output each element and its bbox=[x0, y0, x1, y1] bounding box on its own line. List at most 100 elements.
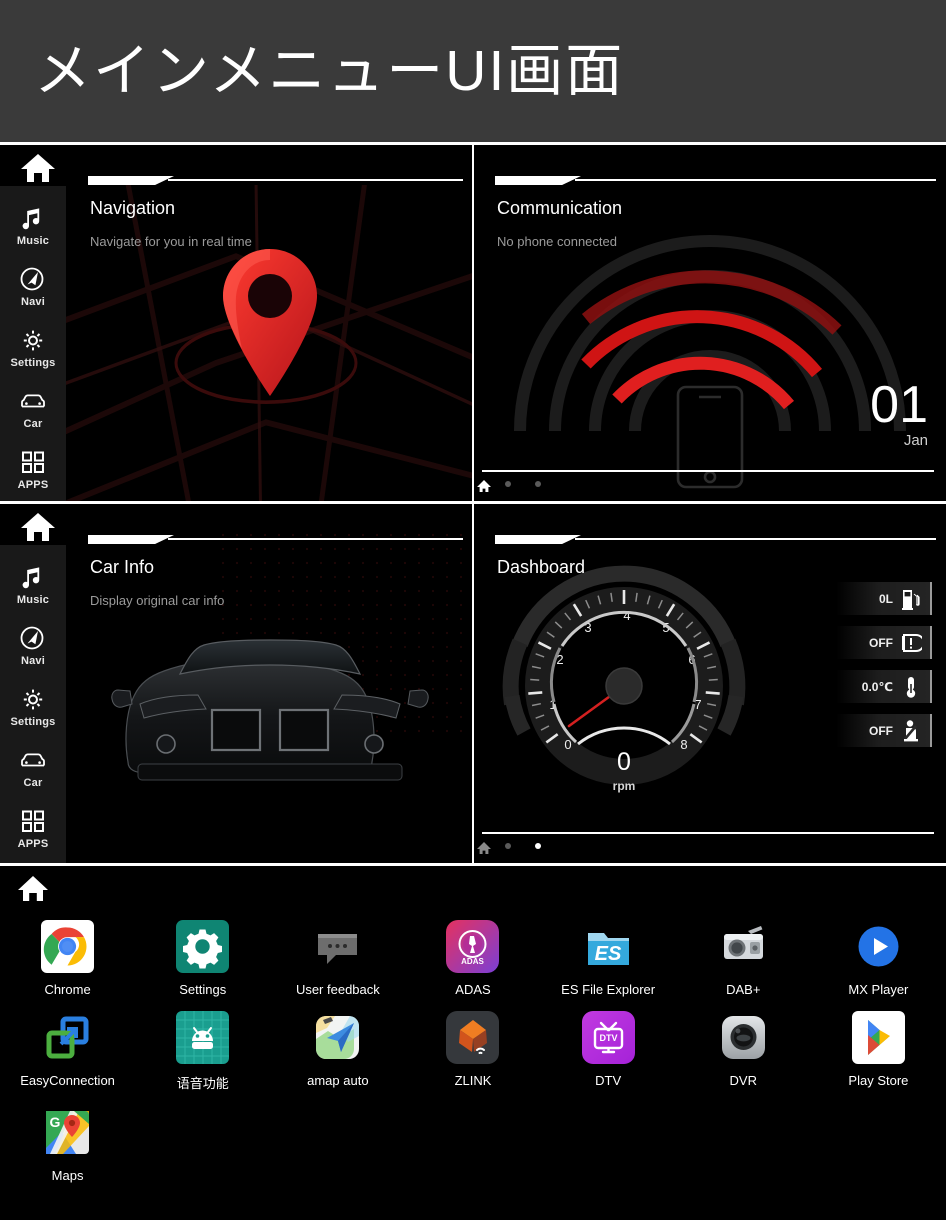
status-value: OFF bbox=[869, 635, 893, 650]
dtv-icon: DTV bbox=[581, 1011, 635, 1064]
app-label: MX Player bbox=[848, 982, 909, 997]
gear-icon bbox=[18, 327, 48, 354]
app-label: Maps bbox=[51, 1168, 84, 1183]
zlink-icon bbox=[446, 1011, 500, 1064]
music-note-icon bbox=[18, 564, 48, 591]
app-drawer: Chrome Settings User feedback ADAS ADAS … bbox=[0, 866, 946, 1218]
card-title: Car Info bbox=[90, 557, 155, 577]
status-value: OFF bbox=[869, 723, 893, 738]
app-label: EasyConnection bbox=[20, 1073, 115, 1088]
sidebar-item-label: Settings bbox=[10, 356, 56, 369]
app-label: ES File Explorer bbox=[561, 982, 656, 997]
sidebar-item-label: Music bbox=[16, 593, 50, 606]
play-store-icon bbox=[851, 1011, 905, 1064]
app-grid: Chrome Settings User feedback ADAS ADAS … bbox=[0, 920, 946, 1183]
page-indicator[interactable] bbox=[505, 481, 541, 487]
app-mx-player[interactable]: MX Player bbox=[811, 920, 946, 997]
app-chrome[interactable]: Chrome bbox=[0, 920, 135, 997]
home-icon[interactable] bbox=[18, 510, 58, 544]
status-value: 0L bbox=[878, 591, 893, 606]
es-file-explorer-icon: ES bbox=[582, 920, 635, 973]
car-front-icon bbox=[18, 388, 48, 415]
sidebar-item-car[interactable]: Car bbox=[0, 737, 66, 798]
svg-text:4: 4 bbox=[623, 608, 630, 623]
chrome-icon bbox=[41, 920, 95, 973]
app-zlink[interactable]: ZLINK bbox=[405, 1011, 540, 1092]
sidebar-item-label: Navi bbox=[20, 654, 46, 667]
grid-apps-icon bbox=[18, 449, 48, 476]
app-play-store[interactable]: Play Store bbox=[811, 1011, 946, 1092]
card-communication[interactable]: Communication No phone connected 01 Jan bbox=[473, 145, 946, 501]
date-month: Jan bbox=[903, 432, 928, 449]
sidebar: Music Navi Settings Car APPS bbox=[0, 545, 66, 863]
app-label: ZLINK bbox=[454, 1073, 492, 1088]
card-car-info[interactable]: Car Info Display original car info bbox=[66, 504, 473, 863]
sidebar-item-apps[interactable]: APPS bbox=[0, 439, 66, 500]
sidebar-item-apps[interactable]: APPS bbox=[0, 798, 66, 859]
status-value: 0.0℃ bbox=[861, 679, 893, 694]
fuel-pump-icon bbox=[900, 587, 922, 611]
voice-android-icon bbox=[176, 1011, 230, 1064]
svg-text:ES: ES bbox=[594, 943, 621, 965]
page-indicator[interactable] bbox=[505, 843, 541, 849]
app-dab-plus[interactable]: DAB+ bbox=[676, 920, 811, 997]
sidebar-item-settings[interactable]: Settings bbox=[0, 676, 66, 737]
card-subtitle: Navigate for you in real time bbox=[90, 234, 252, 249]
app-label: Chrome bbox=[44, 982, 91, 997]
app-adas[interactable]: ADAS ADAS bbox=[405, 920, 540, 997]
sidebar-item-music[interactable]: Music bbox=[0, 195, 66, 256]
app-voice-function[interactable]: 语音功能 bbox=[135, 1011, 270, 1092]
app-dtv[interactable]: DTV DTV bbox=[541, 1011, 676, 1092]
sidebar-item-navi[interactable]: Navi bbox=[0, 256, 66, 317]
date-display: 01 Jan bbox=[870, 379, 928, 449]
panel-divider bbox=[472, 504, 474, 863]
google-maps-icon: G bbox=[41, 1106, 94, 1159]
sidebar-item-label: Navi bbox=[20, 295, 46, 308]
app-es-file-explorer[interactable]: ES ES File Explorer bbox=[541, 920, 676, 997]
app-label: Settings bbox=[179, 982, 227, 997]
home-icon[interactable] bbox=[18, 151, 58, 185]
tire-pressure-icon bbox=[900, 631, 925, 655]
app-settings[interactable]: Settings bbox=[135, 920, 270, 997]
app-label: amap auto bbox=[307, 1073, 369, 1088]
header-banner: メインメニューUI画面 bbox=[0, 0, 946, 142]
app-amap-auto[interactable]: amap auto bbox=[270, 1011, 405, 1092]
radio-icon bbox=[717, 920, 770, 973]
sidebar-item-car[interactable]: Car bbox=[0, 378, 66, 439]
sidebar-item-label: Settings bbox=[10, 715, 56, 728]
card-subtitle: Display original car info bbox=[90, 593, 225, 608]
status-row-temperature: 0.0℃ bbox=[836, 670, 932, 703]
page-dot[interactable] bbox=[505, 481, 511, 487]
grid-apps-icon bbox=[18, 808, 48, 835]
home-icon[interactable] bbox=[476, 841, 492, 855]
panel-divider bbox=[472, 145, 474, 501]
mx-player-icon bbox=[852, 920, 905, 973]
app-user-feedback[interactable]: User feedback bbox=[270, 920, 405, 997]
card-subtitle: No phone connected bbox=[497, 234, 617, 249]
card-accent-bar bbox=[495, 176, 936, 185]
sidebar-item-navi[interactable]: Navi bbox=[0, 615, 66, 676]
page-dot[interactable] bbox=[505, 843, 511, 849]
page-dot[interactable] bbox=[535, 481, 541, 487]
car-front-icon bbox=[18, 747, 48, 774]
svg-text:8: 8 bbox=[680, 737, 687, 752]
status-row-seatbelt: OFF bbox=[836, 714, 932, 747]
sidebar-item-music[interactable]: Music bbox=[0, 554, 66, 615]
home-icon[interactable] bbox=[476, 479, 492, 493]
app-label: ADAS bbox=[455, 982, 491, 997]
page-dot[interactable] bbox=[535, 843, 541, 849]
app-label: DVR bbox=[729, 1073, 757, 1088]
card-navigation[interactable]: Navigation Navigate for you in real time bbox=[66, 145, 473, 501]
sidebar-item-settings[interactable]: Settings bbox=[0, 317, 66, 378]
app-easyconnection[interactable]: EasyConnection bbox=[0, 1011, 135, 1092]
app-label: DAB+ bbox=[726, 982, 761, 997]
home-icon[interactable] bbox=[16, 874, 50, 904]
app-maps[interactable]: G Maps bbox=[0, 1106, 135, 1183]
app-label: 语音功能 bbox=[176, 1076, 229, 1091]
card-dashboard[interactable]: 0 1 2 3 4 5 6 7 8 0 rpm 0L OFF 0.0℃ OFF … bbox=[473, 504, 946, 863]
svg-text:ADAS: ADAS bbox=[462, 957, 485, 966]
settings-gear-icon bbox=[176, 920, 230, 973]
navigation-compass-icon bbox=[18, 625, 48, 652]
app-dvr[interactable]: DVR bbox=[676, 1011, 811, 1092]
status-row-tire-pressure: OFF bbox=[836, 626, 932, 659]
